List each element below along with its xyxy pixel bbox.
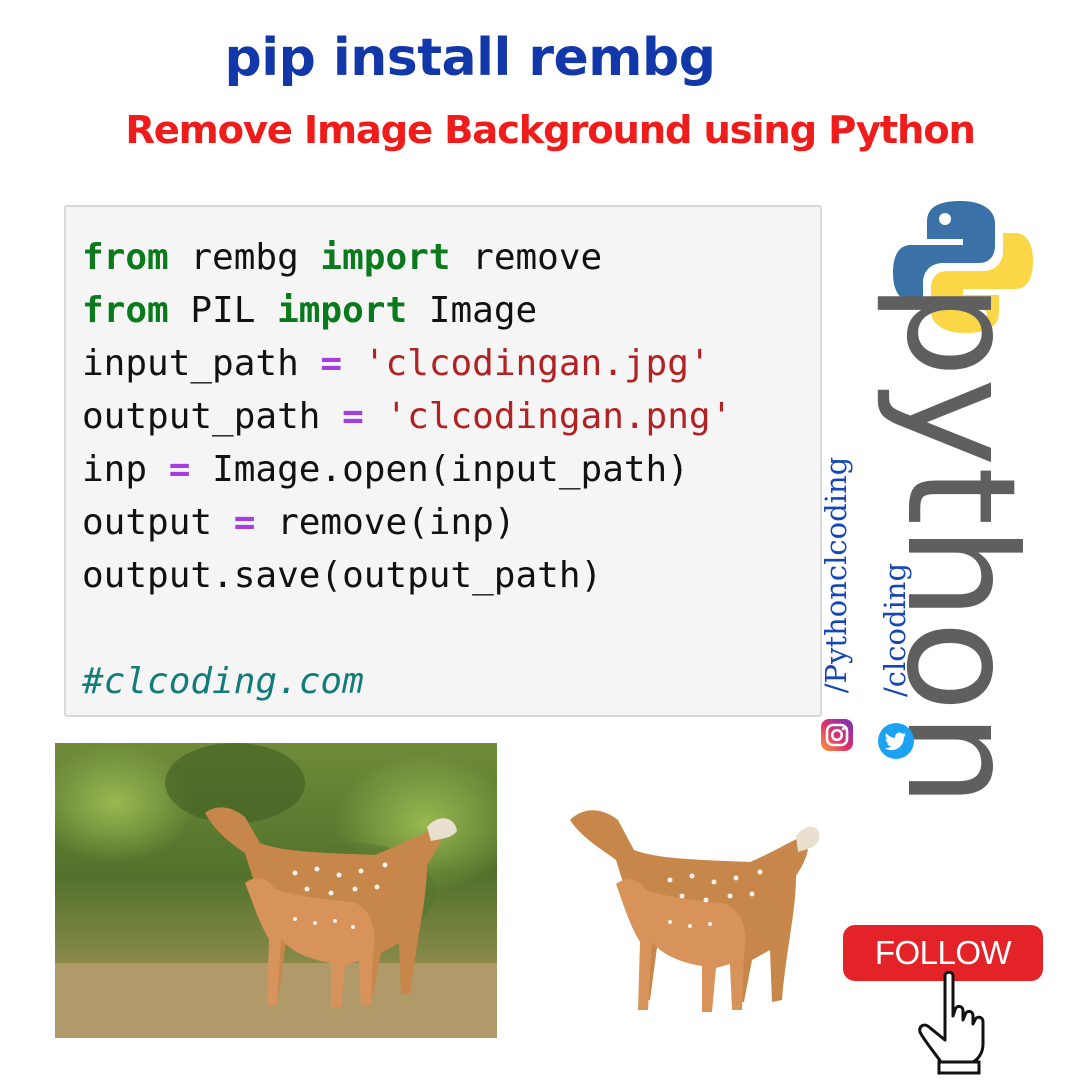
code-line-2: from PIL import Image	[82, 290, 537, 331]
operator-token: =	[342, 396, 364, 437]
operator-token: =	[320, 343, 343, 384]
code-line-4: output_path = 'clcodingan.png'	[82, 396, 732, 437]
page-subtitle: Remove Image Background using Python	[125, 108, 976, 153]
code-token: output	[82, 502, 234, 543]
code-comment: #clcoding.com	[82, 661, 364, 702]
follow-label: FOLLOW	[874, 934, 1012, 971]
code-token: Image.open(input_path)	[190, 449, 689, 490]
code-token: remove	[450, 237, 603, 278]
pointing-hand-icon	[918, 970, 985, 1075]
page-title: pip install rembg	[224, 28, 716, 88]
instagram-handle: /Pythonclcoding	[819, 456, 853, 694]
code-token: output.save(output_path)	[82, 555, 603, 596]
code-token: Image	[407, 290, 538, 331]
code-token: PIL	[168, 290, 278, 331]
keyword-token: import	[320, 237, 451, 278]
code-token: rembg	[168, 237, 321, 278]
code-token: output_path	[82, 396, 343, 437]
code-token: inp	[82, 449, 169, 490]
twitter-icon[interactable]	[877, 722, 915, 760]
instagram-icon[interactable]	[820, 718, 854, 752]
operator-token: =	[168, 449, 191, 490]
code-token: input_path	[82, 343, 321, 384]
code-text: from rembg import remove from PIL import…	[82, 231, 732, 708]
deer-photo	[55, 743, 497, 1038]
code-token: remove(inp)	[255, 502, 516, 543]
keyword-token: from	[82, 237, 169, 278]
code-line-6: output = remove(inp)	[82, 502, 516, 543]
code-line-5: inp = Image.open(input_path)	[82, 449, 689, 490]
string-token: 'clcodingan.png'	[385, 396, 733, 437]
deer-cutout	[570, 810, 820, 1012]
string-token: 'clcodingan.jpg'	[363, 343, 711, 384]
code-line-1: from rembg import remove	[82, 237, 602, 278]
keyword-token: import	[277, 290, 408, 331]
twitter-handle: /clcoding	[878, 562, 912, 698]
keyword-token: from	[82, 290, 169, 331]
code-block: from rembg import remove from PIL import…	[64, 205, 822, 717]
operator-token: =	[233, 502, 256, 543]
code-line-7: output.save(output_path)	[82, 555, 602, 596]
code-line-3: input_path = 'clcodingan.jpg'	[82, 343, 711, 384]
